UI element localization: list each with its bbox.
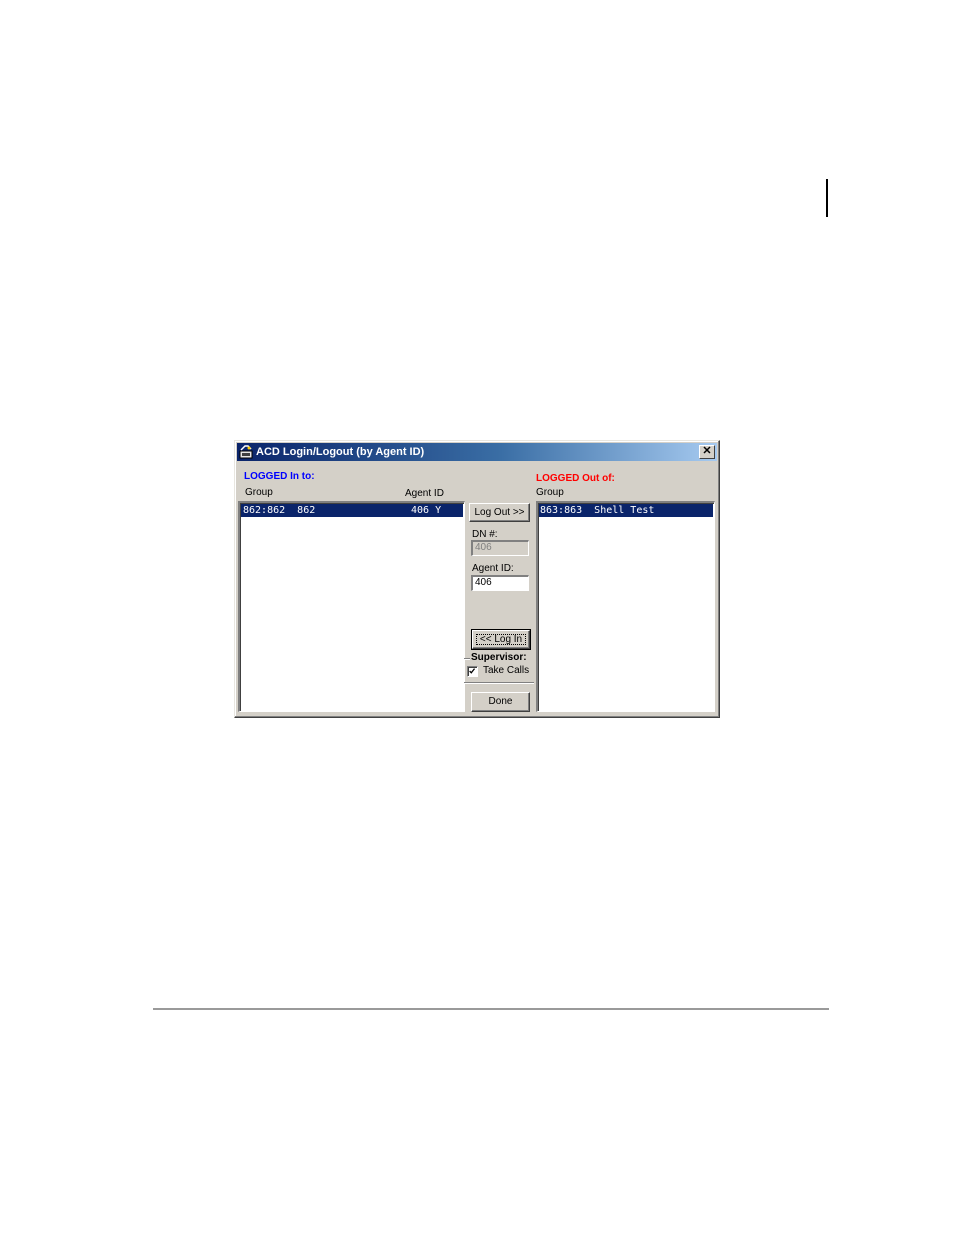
logged-in-agent-id-column-header: Agent ID (405, 488, 444, 499)
logged-out-list[interactable]: 863:863 Shell Test (536, 501, 715, 712)
list-item[interactable]: 862:862 862 406 Y (241, 504, 463, 517)
take-calls-label: Take Calls (483, 665, 530, 676)
logged-out-group-cell: 863:863 Shell Test (540, 505, 655, 516)
close-icon: ✕ (702, 445, 712, 457)
phone-agent-icon (239, 445, 253, 459)
check-icon (469, 668, 476, 674)
log-in-button[interactable]: << Log In (471, 629, 531, 650)
supervisor-group-label: Supervisor: (471, 652, 527, 663)
supervisor-group-line-bottom (464, 682, 534, 684)
log-out-button[interactable]: Log Out >> (469, 503, 530, 522)
dn-label: DN #: (472, 529, 498, 540)
take-calls-checkbox[interactable] (467, 666, 478, 677)
acd-login-logout-dialog: ACD Login/Logout (by Agent ID) ✕ LOGGED … (234, 440, 720, 718)
logged-in-group-cell: 862:862 862 (243, 505, 316, 516)
agent-id-field[interactable]: 406 (471, 575, 529, 591)
logged-out-heading: LOGGED Out of: (536, 473, 615, 484)
logged-in-list[interactable]: 862:862 862 406 Y (238, 501, 465, 712)
list-item[interactable]: 863:863 Shell Test (539, 504, 713, 517)
close-button[interactable]: ✕ (699, 445, 715, 459)
done-button[interactable]: Done (471, 692, 530, 712)
logged-out-group-column-header: Group (536, 487, 564, 498)
footer-rule (153, 1008, 829, 1010)
supervisor-group-line-left (464, 658, 470, 660)
title-bar[interactable]: ACD Login/Logout (by Agent ID) ✕ (237, 443, 717, 461)
focus-rect (476, 634, 526, 645)
agent-id-label: Agent ID: (472, 563, 514, 574)
logged-in-agent-cell: 406 Y (411, 505, 442, 516)
window-title: ACD Login/Logout (by Agent ID) (256, 446, 425, 458)
logged-in-heading: LOGGED In to: (244, 471, 315, 482)
logged-in-group-column-header: Group (245, 487, 273, 498)
dn-field: 406 (471, 540, 529, 556)
page-margin-marker (826, 179, 828, 217)
